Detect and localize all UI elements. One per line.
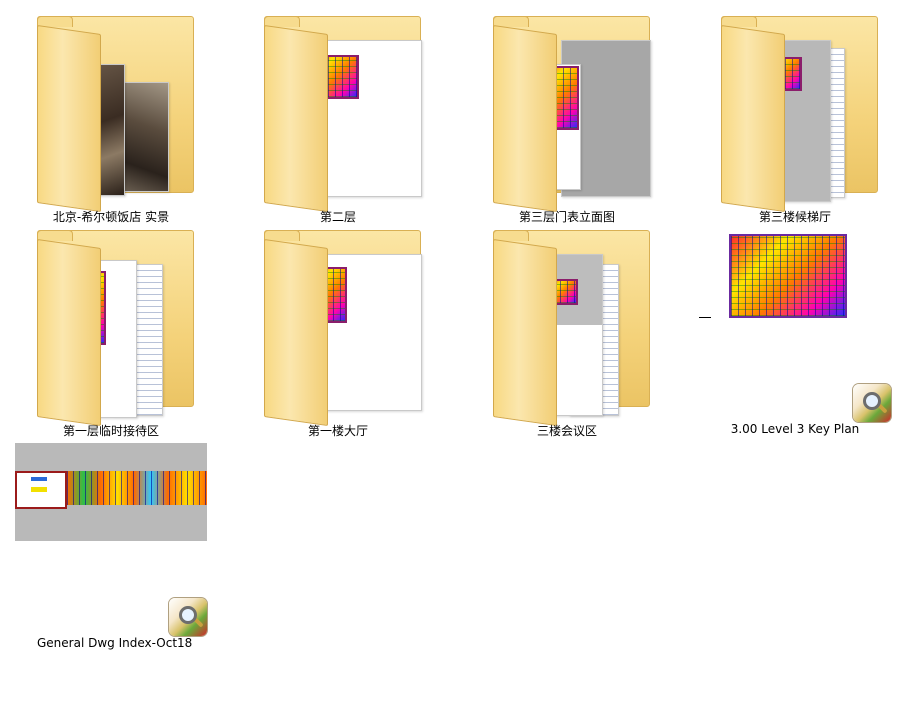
folder-item[interactable]: 北京-希尔顿饭店 实景 xyxy=(5,0,217,224)
folder-item[interactable]: 第二层 xyxy=(232,0,444,224)
folder-item[interactable]: 第三楼候梯厅 xyxy=(689,0,901,224)
folder-icon xyxy=(461,214,673,426)
folder-icon xyxy=(689,0,901,212)
folder-name: 三楼会议区 xyxy=(536,424,597,438)
folder-icon xyxy=(232,0,444,212)
folder-item[interactable]: 第一层临时接待区 xyxy=(5,214,217,438)
dwg-file-icon xyxy=(853,384,891,422)
dwg-file-icon xyxy=(169,598,207,636)
dwg-file-item[interactable]: 3.00 Level 3 Key Plan xyxy=(689,214,901,436)
file-name: 3.00 Level 3 Key Plan xyxy=(730,422,860,436)
dwg-preview xyxy=(5,428,217,636)
dwg-file-item[interactable]: General Dwg Index-Oct18 xyxy=(5,428,217,650)
folder-icon xyxy=(461,0,673,212)
folder-icon xyxy=(232,214,444,426)
folder-item[interactable]: 第三层门表立面图 xyxy=(461,0,673,224)
folder-item[interactable]: 三楼会议区 xyxy=(461,214,673,438)
folder-icon xyxy=(5,214,217,426)
file-name: General Dwg Index-Oct18 xyxy=(37,636,193,650)
folder-name: 第一楼大厅 xyxy=(307,424,368,438)
folder-icon xyxy=(5,0,217,212)
folder-item[interactable]: 第一楼大厅 xyxy=(232,214,444,438)
dwg-preview xyxy=(689,214,901,422)
